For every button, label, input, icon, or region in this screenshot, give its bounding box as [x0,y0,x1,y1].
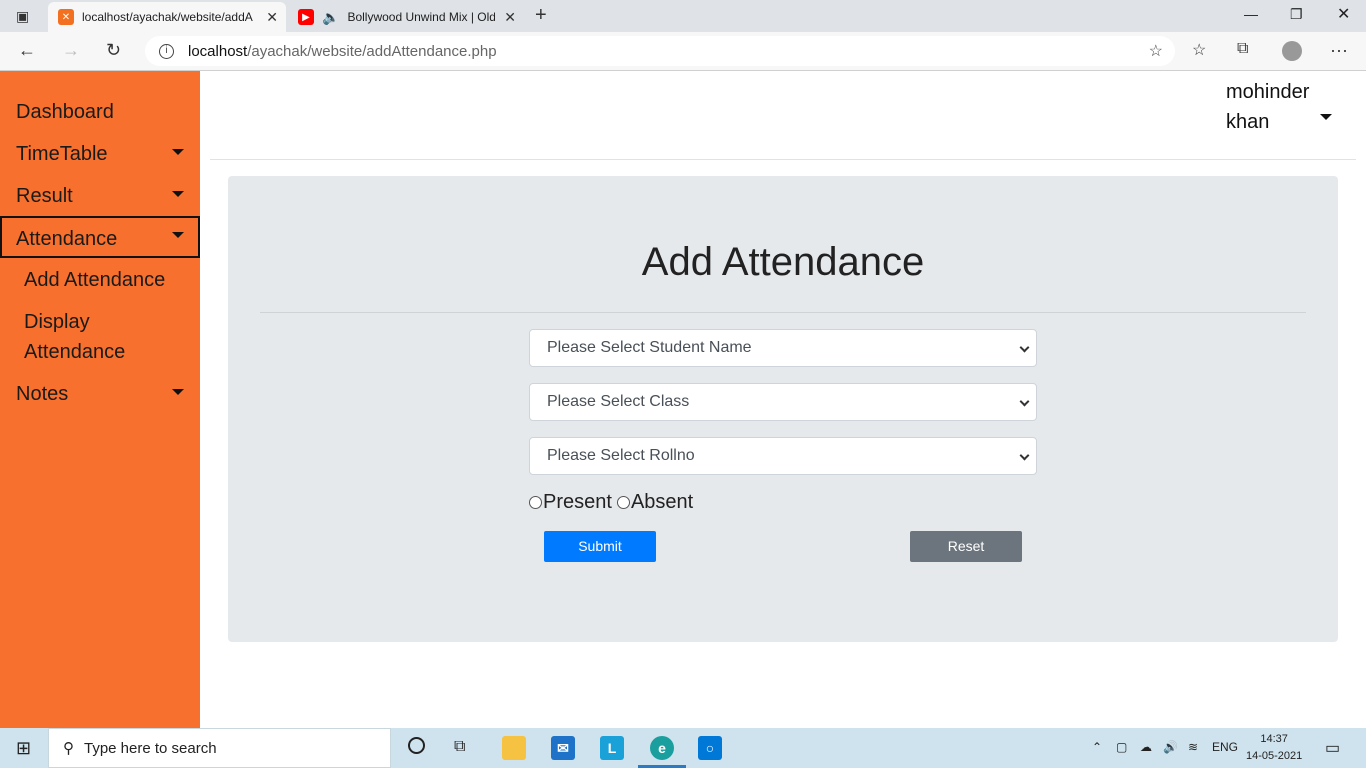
task-view-icon[interactable]: ⧉ [454,738,465,756]
chevron-down-icon [1019,342,1030,353]
windows-taskbar: ⊞ ⚲ Type here to search ⧉ ✉ L e ○ ⌃ ▢ ☁ … [0,728,1366,768]
browser-tab-bar: ▣ ✕ localhost/ayachak/website/addA ✕ ▶ 🔈… [0,0,1366,32]
url-text: localhost/ayachak/website/addAttendance.… [188,42,497,60]
header-divider [210,159,1356,160]
restore-icon[interactable]: ❐ [1290,6,1303,23]
forward-icon[interactable]: → [62,40,80,61]
language-indicator[interactable]: ENG [1212,740,1238,754]
clock[interactable]: 14:37 14-05-2021 [1246,731,1302,765]
absent-label: Absent [630,491,694,513]
mail-icon[interactable]: ✉ [551,736,575,760]
chevron-down-icon [1019,396,1030,407]
cortana-icon[interactable] [408,737,425,754]
back-icon[interactable]: ← [18,40,36,61]
sidebar-item-dashboard[interactable]: Dashboard [0,91,200,133]
user-first-name: mohinder [1226,81,1310,103]
attendance-form-card: Add Attendance Please Select Student Nam… [228,176,1338,642]
sidebar-item-label: Notes [16,383,69,405]
wifi-icon[interactable]: ≋ [1188,740,1198,754]
student-name-select[interactable]: Please Select Student Name [529,329,1037,367]
edge-browser-icon[interactable]: e [650,736,674,760]
select-value: Please Select Class [547,393,690,410]
collections-icon[interactable]: ⧉ [1237,40,1248,58]
refresh-icon[interactable]: ↻ [106,40,121,61]
caret-down-icon [172,191,184,197]
minimize-icon[interactable]: — [1244,6,1258,22]
attendance-status-group: Present Absent [529,491,693,514]
caret-down-icon [172,149,184,155]
caret-down-icon [172,389,184,395]
windows-start-icon[interactable]: ⊞ [16,738,31,759]
xampp-favicon-icon: ✕ [58,9,74,25]
class-select[interactable]: Please Select Class [529,383,1037,421]
address-bar-row: ← → ↻ i localhost/ayachak/website/addAtt… [0,32,1366,71]
page-title: Add Attendance [641,240,925,284]
speaker-icon[interactable]: 🔈 [322,9,339,26]
tab-title: Bollywood Unwind Mix | Old [347,10,496,24]
tab-actions-icon[interactable]: ▣ [16,8,29,25]
new-tab-icon[interactable]: + [535,4,547,27]
close-tab-icon[interactable]: ✕ [504,9,516,26]
absent-radio[interactable] [616,496,630,509]
taskbar-search-box[interactable]: ⚲ Type here to search [48,728,391,768]
chevron-down-icon [1019,450,1030,461]
reset-button[interactable]: Reset [910,531,1022,562]
meet-now-icon[interactable]: ▢ [1116,740,1127,754]
show-hidden-icons-icon[interactable]: ⌃ [1092,740,1102,754]
profile-avatar[interactable] [1282,41,1302,61]
more-menu-icon[interactable]: ··· [1330,40,1348,61]
select-value: Please Select Student Name [547,339,752,356]
user-last-name: khan [1226,111,1270,133]
user-menu[interactable]: mohinder khan [1226,77,1309,137]
close-window-icon[interactable]: ✕ [1337,4,1350,24]
close-tab-icon[interactable]: ✕ [266,9,278,26]
search-icon: ⚲ [63,740,74,757]
sidebar-subitem-add-attendance[interactable]: Add Attendance [24,265,165,295]
url-field[interactable]: i localhost/ayachak/website/addAttendanc… [145,36,1175,66]
sidebar-item-attendance[interactable]: Attendance [0,216,200,258]
caret-down-icon [172,232,184,238]
file-explorer-icon[interactable] [502,736,526,760]
present-label: Present [543,491,612,513]
sidebar-subitem-display-attendance[interactable]: Display Attendance [24,307,174,367]
sidebar-item-timetable[interactable]: TimeTable [0,133,200,175]
clock-time: 14:37 [1260,733,1288,745]
search-placeholder: Type here to search [84,739,217,757]
onedrive-icon[interactable]: ☁ [1140,740,1152,754]
volume-icon[interactable]: 🔊 [1163,740,1178,754]
sidebar-item-label: TimeTable [16,143,108,165]
cortana-app-icon[interactable]: ○ [698,736,722,760]
submit-button[interactable]: Submit [544,531,656,562]
sidebar-item-label: Dashboard [16,101,114,123]
tab-youtube[interactable]: ▶ 🔈 Bollywood Unwind Mix | Old ✕ [288,2,524,32]
select-value: Please Select Rollno [547,447,695,464]
sidebar-item-notes[interactable]: Notes [0,373,200,415]
clock-date: 14-05-2021 [1246,750,1303,762]
sidebar: Dashboard TimeTable Result Attendance Ad… [0,71,200,728]
tab-title: localhost/ayachak/website/addA [82,10,253,24]
sidebar-item-label: Attendance [16,228,118,250]
youtube-favicon-icon: ▶ [298,9,314,25]
favorites-icon[interactable]: ☆ [1192,40,1206,60]
sidebar-item-result[interactable]: Result [0,175,200,217]
sidebar-item-label: Result [16,185,73,207]
rollno-select[interactable]: Please Select Rollno [529,437,1037,475]
add-favorite-icon[interactable]: ☆ [1149,41,1163,61]
present-radio[interactable] [529,496,542,509]
site-info-icon[interactable]: i [159,43,174,59]
notifications-icon[interactable]: ▭ [1325,738,1340,758]
user-caret-down-icon[interactable] [1320,114,1332,120]
l-app-icon[interactable]: L [600,736,624,760]
tab-localhost[interactable]: ✕ localhost/ayachak/website/addA ✕ [48,2,286,32]
title-divider [260,312,1306,313]
